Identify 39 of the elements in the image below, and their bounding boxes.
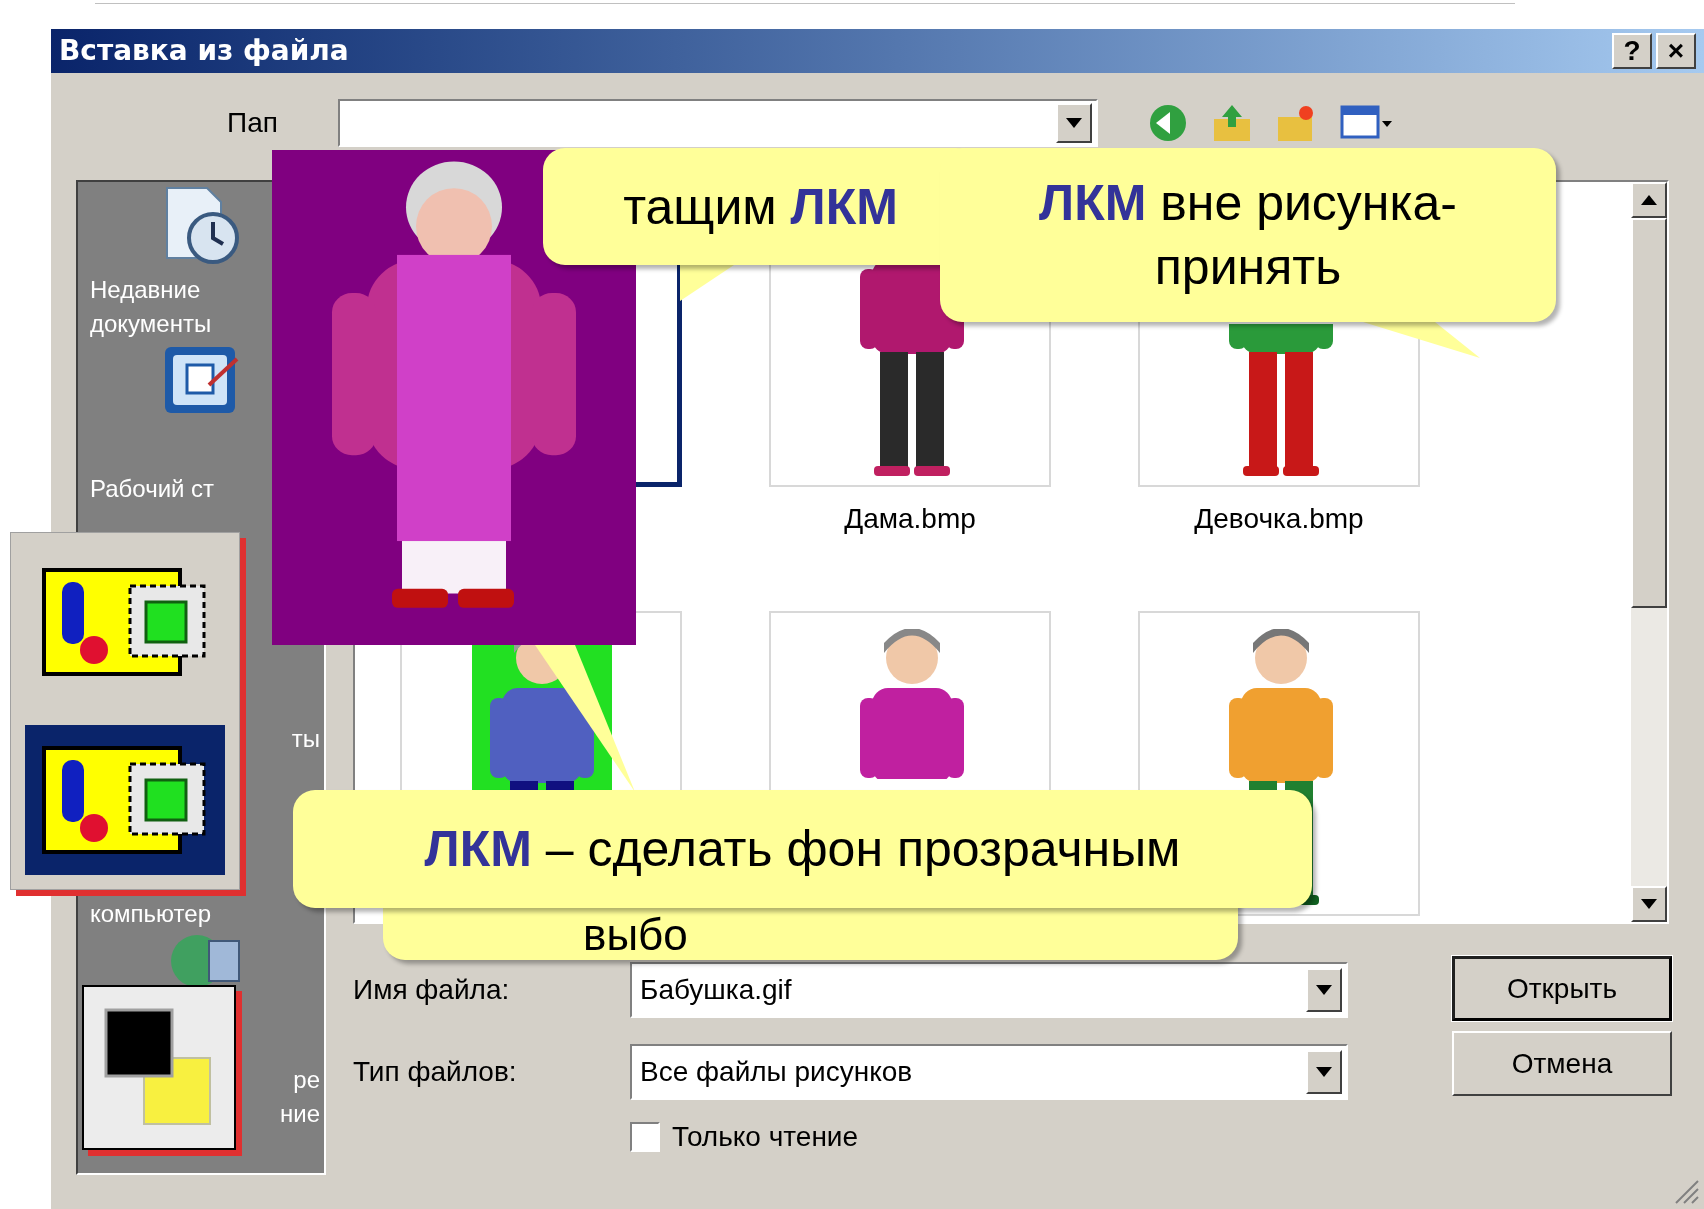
checkbox-label: Только чтение	[672, 1120, 859, 1154]
place-label[interactable]: документы	[90, 307, 212, 341]
field-value: Бабушка.gif	[640, 973, 793, 1007]
scroll-up-button[interactable]	[1631, 182, 1667, 218]
file-name[interactable]: Дама.bmp	[844, 498, 976, 540]
scrollbar[interactable]	[1631, 182, 1667, 922]
window-title: Вставка из файла	[59, 33, 349, 70]
dropdown-button[interactable]	[1306, 1050, 1342, 1094]
place-label[interactable]: компьютер	[90, 897, 211, 931]
folder-field[interactable]	[337, 98, 1098, 147]
help-button[interactable]: ?	[1612, 33, 1652, 70]
open-button[interactable]: Открыть	[1452, 956, 1672, 1021]
file-name[interactable]: Девочка.bmp	[1194, 498, 1364, 540]
place-label[interactable]: ние	[280, 1097, 320, 1131]
checkbox[interactable]	[630, 1122, 660, 1152]
field-label: Имя файла:	[353, 973, 511, 1007]
combo-field[interactable]: Все файлы рисунков	[630, 1044, 1348, 1100]
combo-field[interactable]: Бабушка.gif	[630, 962, 1348, 1018]
field-label: Тип файлов:	[353, 1055, 518, 1089]
scroll-up-icon	[1641, 195, 1657, 205]
dropdown-button[interactable]	[1306, 968, 1342, 1012]
scroll-thumb[interactable]	[1631, 218, 1667, 608]
folder-label: Пап	[227, 105, 278, 140]
dropdown-arrow-icon	[1641, 899, 1657, 909]
dropdown-button[interactable]	[1055, 102, 1092, 143]
transparency-option[interactable]	[25, 725, 225, 875]
dropdown-arrow-icon	[1316, 1067, 1332, 1077]
cancel-button[interactable]: Отмена	[1452, 1031, 1672, 1096]
color-swatch-icon	[104, 1007, 214, 1128]
place-label[interactable]: Рабочий ст	[90, 472, 215, 506]
field-value: Все файлы рисунков	[640, 1055, 914, 1089]
dropdown-arrow-icon	[1316, 985, 1332, 995]
dropdown-arrow-icon	[1065, 117, 1082, 128]
place-label[interactable]: Недавние	[90, 273, 201, 307]
back-icon[interactable]	[1147, 102, 1188, 143]
place-label[interactable]: ты	[291, 722, 320, 756]
place-label[interactable]: ре	[293, 1063, 320, 1097]
scroll-down-button[interactable]	[1631, 886, 1667, 922]
close-button[interactable]: ×	[1656, 33, 1696, 70]
